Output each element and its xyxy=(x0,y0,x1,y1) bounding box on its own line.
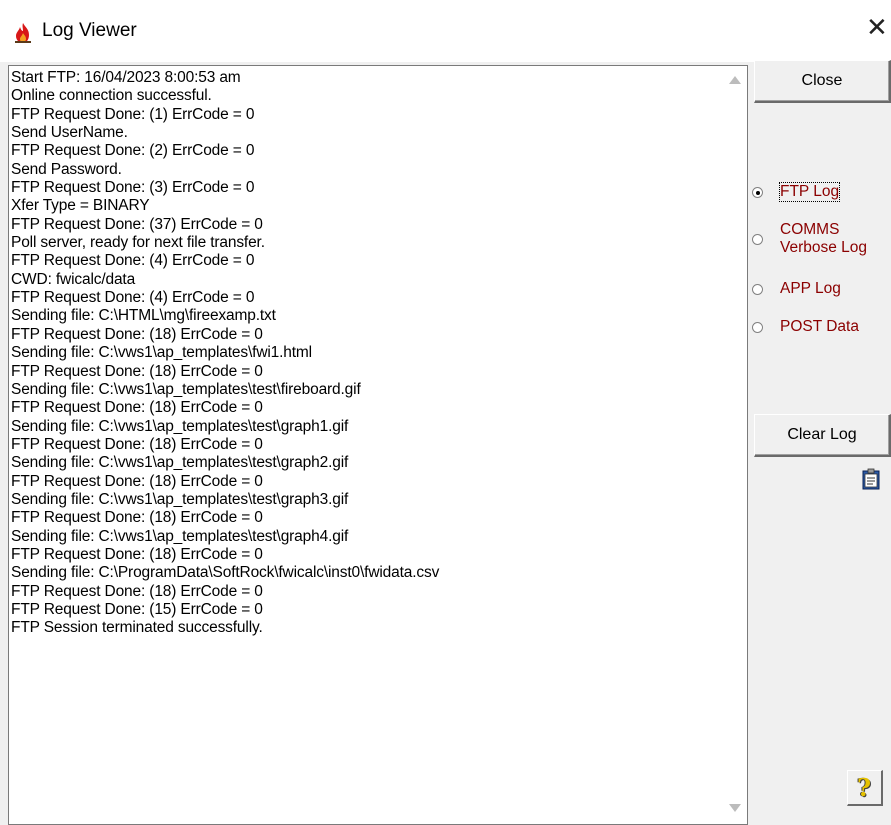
log-line: FTP Request Done: (3) ErrCode = 0 xyxy=(11,179,255,197)
log-line: Sending file: C:\vws1\ap_templates\test\… xyxy=(11,527,349,545)
log-line: Sending file: C:\vws1\ap_templates\test\… xyxy=(11,380,361,398)
log-line: Send Password. xyxy=(11,160,122,178)
log-line: FTP Request Done: (18) ErrCode = 0 xyxy=(11,509,263,527)
radio-label: COMMS Verbose Log xyxy=(780,221,867,257)
clear-log-button[interactable]: Clear Log xyxy=(754,414,891,457)
radio-label-line: POST Data xyxy=(780,318,859,335)
close-button[interactable]: Close xyxy=(754,60,891,103)
clipboard-icon[interactable] xyxy=(860,468,882,490)
log-line: FTP Request Done: (18) ErrCode = 0 xyxy=(11,325,263,343)
log-line: FTP Request Done: (2) ErrCode = 0 xyxy=(11,142,255,160)
log-line: FTP Request Done: (4) ErrCode = 0 xyxy=(11,252,255,270)
radio-button-icon[interactable] xyxy=(752,284,763,295)
radio-button-icon[interactable] xyxy=(752,234,763,245)
log-line: FTP Request Done: (1) ErrCode = 0 xyxy=(11,105,255,123)
window-close-icon[interactable]: ✕ xyxy=(866,14,888,40)
log-line: CWD: fwicalc/data xyxy=(11,270,136,288)
radio-label: APP Log xyxy=(780,280,841,298)
log-line: Xfer Type = BINARY xyxy=(11,197,150,215)
radio-label-line: Verbose Log xyxy=(780,239,868,256)
radio-label: POST Data xyxy=(780,318,859,336)
log-line: FTP Request Done: (18) ErrCode = 0 xyxy=(11,399,263,417)
log-line: FTP Request Done: (18) ErrCode = 0 xyxy=(11,435,263,453)
log-line: Sending file: C:\vws1\ap_templates\test\… xyxy=(11,490,349,508)
log-line: Poll server, ready for next file transfe… xyxy=(11,234,265,252)
log-line: FTP Request Done: (18) ErrCode = 0 xyxy=(11,362,263,380)
log-line: Sending file: C:\vws1\ap_templates\test\… xyxy=(11,454,349,472)
window-title: Log Viewer xyxy=(42,20,137,41)
radio-label-line: COMMS xyxy=(780,221,840,238)
log-line: Sending file: C:\vws1\ap_templates\fwi1.… xyxy=(11,344,312,362)
radio-label-line: APP Log xyxy=(780,280,841,297)
log-line: FTP Request Done: (4) ErrCode = 0 xyxy=(11,289,255,307)
scroll-down-arrow-icon[interactable] xyxy=(729,804,741,812)
vertical-scrollbar[interactable] xyxy=(722,66,747,824)
log-lines: Start FTP: 16/04/2023 8:00:53 am Online c… xyxy=(11,69,711,638)
radio-label-line: FTP Log xyxy=(780,183,840,200)
log-line: FTP Session terminated successfully. xyxy=(11,619,263,637)
scroll-up-arrow-icon[interactable] xyxy=(729,76,741,84)
log-text-area[interactable]: Start FTP: 16/04/2023 8:00:53 am Online c… xyxy=(8,65,748,825)
radio-selected-dot xyxy=(756,191,760,195)
log-line: Send UserName. xyxy=(11,124,128,142)
log-line: FTP Request Done: (37) ErrCode = 0 xyxy=(11,215,263,233)
log-line: FTP Request Done: (15) ErrCode = 0 xyxy=(11,600,263,618)
title-bar: Log Viewer ✕ xyxy=(0,0,891,62)
fire-icon xyxy=(15,23,31,43)
radio-label: FTP Log xyxy=(778,182,841,202)
log-line: FTP Request Done: (18) ErrCode = 0 xyxy=(11,472,263,490)
log-line: Sending file: C:\vws1\ap_templates\test\… xyxy=(11,417,349,435)
log-line: FTP Request Done: (18) ErrCode = 0 xyxy=(11,545,263,563)
log-line: Online connection successful. xyxy=(11,87,212,105)
radio-button-icon[interactable] xyxy=(752,322,763,333)
log-line: Sending file: C:\ProgramData\SoftRock\fw… xyxy=(11,564,440,582)
log-line: Sending file: C:\HTML\mg\fireexamp.txt xyxy=(11,307,276,325)
radio-button-icon[interactable] xyxy=(752,187,763,198)
question-mark-icon: ? xyxy=(857,773,872,802)
log-line: FTP Request Done: (18) ErrCode = 0 xyxy=(11,582,263,600)
log-line: Start FTP: 16/04/2023 8:00:53 am xyxy=(11,69,241,86)
help-icon[interactable]: ? xyxy=(847,770,883,806)
